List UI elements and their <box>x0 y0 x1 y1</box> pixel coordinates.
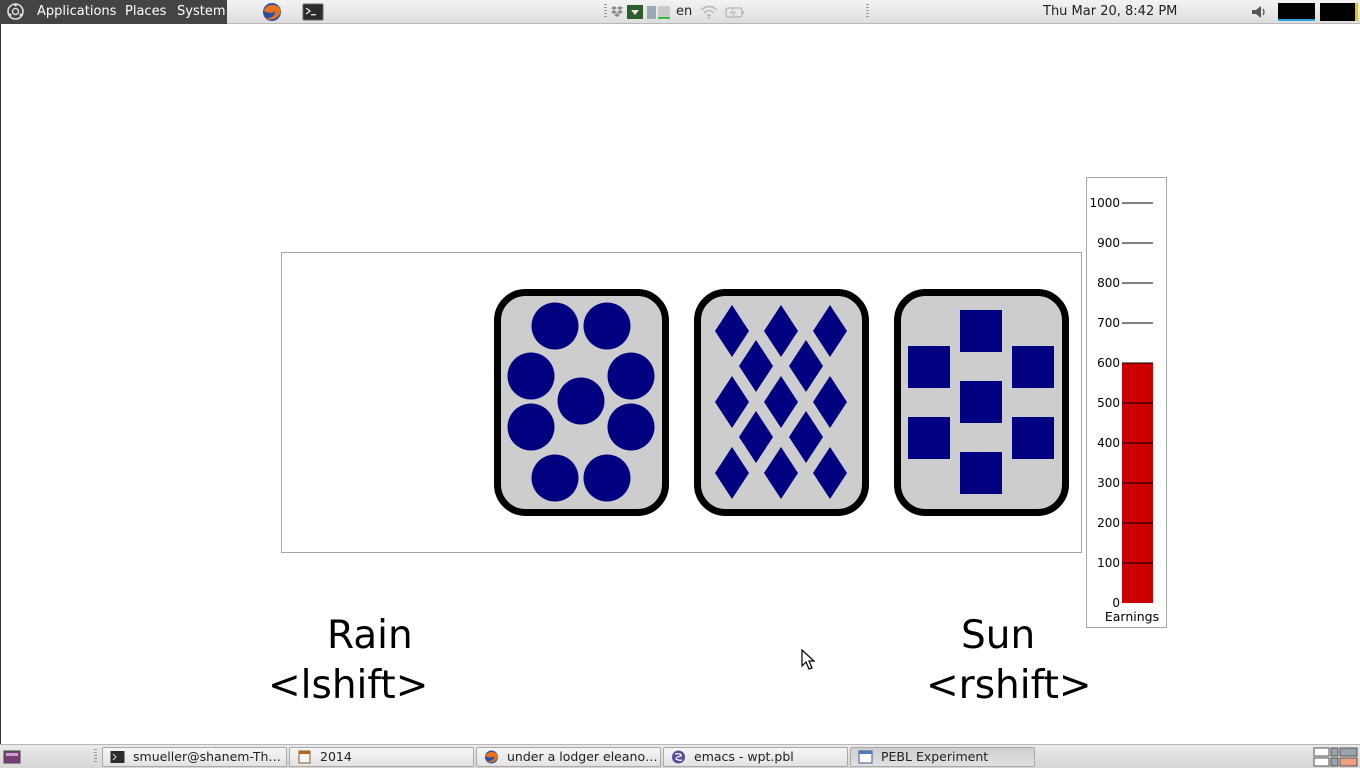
firefox-icon[interactable] <box>261 2 283 22</box>
gauge-tick-label: 0 <box>1112 596 1120 610</box>
gauge-tick-label: 200 <box>1097 516 1120 530</box>
square-symbol <box>1012 417 1054 459</box>
panel-grip[interactable] <box>866 4 869 18</box>
circle-symbol <box>531 454 579 502</box>
left-choice-label: Rain <box>327 613 413 658</box>
square-symbol <box>1012 346 1054 388</box>
task-firefox[interactable]: under a lodger eleano… <box>476 747 661 767</box>
gauge-tick-label: 100 <box>1097 556 1120 570</box>
wifi-icon[interactable] <box>699 4 719 20</box>
circle-symbol <box>583 302 631 350</box>
square-symbol <box>960 381 1002 423</box>
gauge-tick-label: 1000 <box>1089 196 1120 210</box>
document-icon <box>298 750 311 764</box>
gauge-tick-label: 700 <box>1097 316 1120 330</box>
square-symbol <box>960 310 1002 352</box>
dropbox-icon[interactable] <box>610 4 624 20</box>
cpu-monitor-graph[interactable] <box>1278 3 1315 21</box>
main-menu-bar: Applications Places System <box>0 0 227 24</box>
clock[interactable]: Thu Mar 20, 8:42 PM <box>1043 4 1177 19</box>
mouse-cursor-icon <box>801 649 816 670</box>
window-icon <box>858 750 873 764</box>
panel-grip[interactable] <box>604 4 607 18</box>
right-choice-label: Sun <box>961 613 1036 658</box>
terminal-icon <box>110 751 125 763</box>
right-choice-key: <rshift> <box>926 663 1092 708</box>
gauge-tick-label: 900 <box>1097 236 1120 250</box>
firefox-icon <box>485 750 498 764</box>
places-menu[interactable]: Places <box>125 4 166 19</box>
earnings-gauge: 0 100 200 300 400 500 600 700 800 900 1000 Earnings <box>1086 177 1167 628</box>
circle-symbol <box>607 352 655 400</box>
gauge-tick-label: 800 <box>1097 276 1120 290</box>
system-menu[interactable]: System <box>177 4 225 19</box>
gauge-tick-label: 600 <box>1097 356 1120 370</box>
circle-symbol <box>507 352 555 400</box>
ubuntu-logo-icon[interactable] <box>7 3 24 20</box>
square-symbol <box>960 452 1002 494</box>
earnings-label: Earnings <box>1105 609 1159 624</box>
task-label: PEBL Experiment <box>881 749 989 764</box>
circle-symbol <box>557 377 605 425</box>
task-label: under a lodger eleano… <box>507 749 658 764</box>
task-terminal[interactable]: smueller@shanem-Th… <box>102 747 287 767</box>
desktop-edge <box>0 24 1 744</box>
panel-grip[interactable] <box>94 749 97 763</box>
show-desktop-icon[interactable] <box>3 750 21 764</box>
task-label: smueller@shanem-Th… <box>133 749 281 764</box>
gauge-tick-label: 300 <box>1097 476 1120 490</box>
gauge-tick-label: 400 <box>1097 436 1120 450</box>
system-monitor-icon[interactable] <box>646 4 672 20</box>
task-label: 2014 <box>320 749 352 764</box>
workspace-switcher[interactable] <box>1313 747 1358 767</box>
circle-symbol <box>607 403 655 451</box>
circle-symbol <box>507 403 555 451</box>
terminal-icon[interactable] <box>302 2 324 22</box>
task-pebl-experiment[interactable]: PEBL Experiment <box>850 747 1035 767</box>
gauge-tick-label: 500 <box>1097 396 1120 410</box>
keyboard-layout-indicator[interactable]: en <box>676 4 692 19</box>
square-symbol <box>908 346 950 388</box>
update-notifier-icon[interactable] <box>626 4 644 20</box>
left-choice-key: <lshift> <box>268 663 429 708</box>
circle-symbol <box>531 302 579 350</box>
square-symbol <box>908 417 950 459</box>
card-diamonds <box>694 289 869 516</box>
emacs-icon <box>672 750 685 764</box>
top-panel: Applications Places System en Thu Mar 20… <box>0 0 1360 24</box>
circle-symbol <box>583 454 631 502</box>
task-document[interactable]: 2014 <box>289 747 474 767</box>
battery-icon[interactable] <box>725 4 745 20</box>
memory-monitor-graph[interactable] <box>1320 3 1358 21</box>
volume-icon[interactable] <box>1250 4 1268 20</box>
card-circles <box>494 289 669 516</box>
task-emacs[interactable]: emacs - wpt.pbl <box>663 747 848 767</box>
card-squares <box>894 289 1069 516</box>
task-label: emacs - wpt.pbl <box>694 749 794 764</box>
applications-menu[interactable]: Applications <box>37 4 116 19</box>
bottom-taskbar: smueller@shanem-Th… 2014 under a lodger … <box>0 744 1360 768</box>
